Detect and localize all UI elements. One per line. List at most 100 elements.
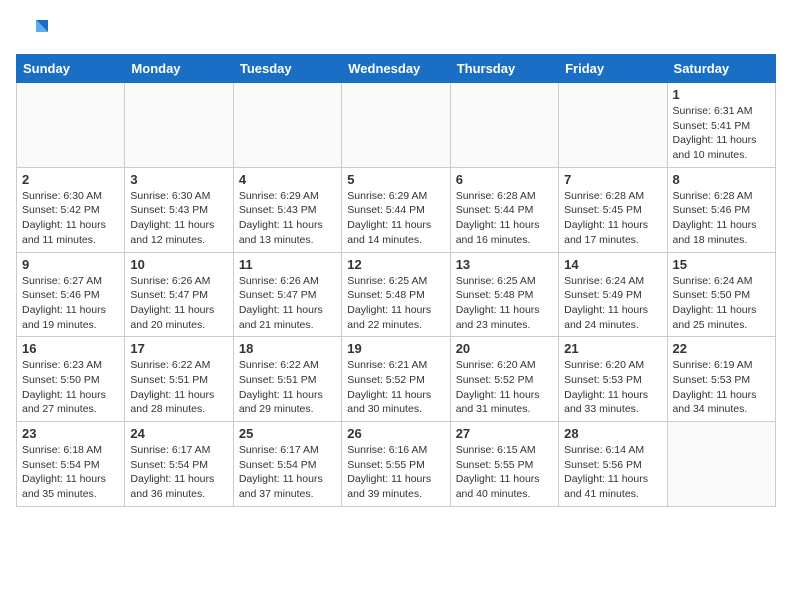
day-number: 22 [673,341,770,356]
calendar-cell [559,83,667,168]
day-number: 9 [22,257,119,272]
calendar-cell: 18 Sunrise: 6:22 AM Sunset: 5:51 PM Dayli… [233,337,341,422]
day-number: 17 [130,341,227,356]
week-row-4: 16 Sunrise: 6:23 AM Sunset: 5:50 PM Dayli… [17,337,776,422]
week-row-5: 23 Sunrise: 6:18 AM Sunset: 5:54 PM Dayli… [17,422,776,507]
calendar-cell: 8 Sunrise: 6:28 AM Sunset: 5:46 PM Daylig… [667,167,775,252]
calendar-cell: 23 Sunrise: 6:18 AM Sunset: 5:54 PM Dayli… [17,422,125,507]
day-info: Sunrise: 6:31 AM Sunset: 5:41 PM Dayligh… [673,104,770,163]
calendar-cell [17,83,125,168]
weekday-header-row: SundayMondayTuesdayWednesdayThursdayFrid… [17,55,776,83]
day-number: 8 [673,172,770,187]
day-info: Sunrise: 6:15 AM Sunset: 5:55 PM Dayligh… [456,443,553,502]
weekday-header-tuesday: Tuesday [233,55,341,83]
calendar-cell: 14 Sunrise: 6:24 AM Sunset: 5:49 PM Dayli… [559,252,667,337]
day-info: Sunrise: 6:24 AM Sunset: 5:49 PM Dayligh… [564,274,661,333]
calendar-cell: 19 Sunrise: 6:21 AM Sunset: 5:52 PM Dayli… [342,337,450,422]
calendar-cell: 4 Sunrise: 6:29 AM Sunset: 5:43 PM Daylig… [233,167,341,252]
day-number: 26 [347,426,444,441]
calendar-cell: 24 Sunrise: 6:17 AM Sunset: 5:54 PM Dayli… [125,422,233,507]
calendar-cell [233,83,341,168]
day-number: 18 [239,341,336,356]
calendar-cell: 6 Sunrise: 6:28 AM Sunset: 5:44 PM Daylig… [450,167,558,252]
day-info: Sunrise: 6:26 AM Sunset: 5:47 PM Dayligh… [130,274,227,333]
day-info: Sunrise: 6:18 AM Sunset: 5:54 PM Dayligh… [22,443,119,502]
weekday-header-friday: Friday [559,55,667,83]
day-number: 13 [456,257,553,272]
day-info: Sunrise: 6:21 AM Sunset: 5:52 PM Dayligh… [347,358,444,417]
day-number: 1 [673,87,770,102]
day-number: 23 [22,426,119,441]
day-number: 16 [22,341,119,356]
day-info: Sunrise: 6:17 AM Sunset: 5:54 PM Dayligh… [130,443,227,502]
day-number: 14 [564,257,661,272]
calendar-cell [342,83,450,168]
day-number: 5 [347,172,444,187]
day-info: Sunrise: 6:29 AM Sunset: 5:43 PM Dayligh… [239,189,336,248]
calendar-cell: 7Sunrise: 6:28 AM Sunset: 5:45 PM Daylig… [559,167,667,252]
day-number: 24 [130,426,227,441]
day-number: 10 [130,257,227,272]
day-number: 4 [239,172,336,187]
calendar-cell [667,422,775,507]
day-number: 19 [347,341,444,356]
day-number: 20 [456,341,553,356]
calendar-cell: 10 Sunrise: 6:26 AM Sunset: 5:47 PM Dayli… [125,252,233,337]
weekday-header-saturday: Saturday [667,55,775,83]
calendar-cell: 1 Sunrise: 6:31 AM Sunset: 5:41 PM Daylig… [667,83,775,168]
day-info: Sunrise: 6:27 AM Sunset: 5:46 PM Dayligh… [22,274,119,333]
calendar-cell: 20 Sunrise: 6:20 AM Sunset: 5:52 PM Dayli… [450,337,558,422]
day-info: Sunrise: 6:28 AM Sunset: 5:45 PM Dayligh… [564,189,661,248]
day-info: Sunrise: 6:19 AM Sunset: 5:53 PM Dayligh… [673,358,770,417]
calendar-cell: 2 Sunrise: 6:30 AM Sunset: 5:42 PM Daylig… [17,167,125,252]
day-info: Sunrise: 6:28 AM Sunset: 5:46 PM Dayligh… [673,189,770,248]
day-info: Sunrise: 6:25 AM Sunset: 5:48 PM Dayligh… [456,274,553,333]
day-info: Sunrise: 6:30 AM Sunset: 5:42 PM Dayligh… [22,189,119,248]
day-info: Sunrise: 6:22 AM Sunset: 5:51 PM Dayligh… [130,358,227,417]
calendar-table: SundayMondayTuesdayWednesdayThursdayFrid… [16,54,776,507]
week-row-2: 2 Sunrise: 6:30 AM Sunset: 5:42 PM Daylig… [17,167,776,252]
calendar-cell: 26 Sunrise: 6:16 AM Sunset: 5:55 PM Dayli… [342,422,450,507]
day-number: 3 [130,172,227,187]
day-info: Sunrise: 6:22 AM Sunset: 5:51 PM Dayligh… [239,358,336,417]
day-number: 28 [564,426,661,441]
day-number: 25 [239,426,336,441]
day-info: Sunrise: 6:16 AM Sunset: 5:55 PM Dayligh… [347,443,444,502]
calendar-cell: 16 Sunrise: 6:23 AM Sunset: 5:50 PM Dayli… [17,337,125,422]
logo-icon [16,16,48,48]
weekday-header-monday: Monday [125,55,233,83]
calendar-cell [125,83,233,168]
week-row-1: 1 Sunrise: 6:31 AM Sunset: 5:41 PM Daylig… [17,83,776,168]
calendar-cell: 12 Sunrise: 6:25 AM Sunset: 5:48 PM Dayli… [342,252,450,337]
day-info: Sunrise: 6:30 AM Sunset: 5:43 PM Dayligh… [130,189,227,248]
day-number: 6 [456,172,553,187]
calendar-cell: 15 Sunrise: 6:24 AM Sunset: 5:50 PM Dayli… [667,252,775,337]
logo [16,16,52,48]
weekday-header-wednesday: Wednesday [342,55,450,83]
weekday-header-sunday: Sunday [17,55,125,83]
day-info: Sunrise: 6:20 AM Sunset: 5:53 PM Dayligh… [564,358,661,417]
day-info: Sunrise: 6:29 AM Sunset: 5:44 PM Dayligh… [347,189,444,248]
calendar-cell: 28 Sunrise: 6:14 AM Sunset: 5:56 PM Dayli… [559,422,667,507]
calendar-cell: 21Sunrise: 6:20 AM Sunset: 5:53 PM Dayli… [559,337,667,422]
calendar-cell: 17 Sunrise: 6:22 AM Sunset: 5:51 PM Dayli… [125,337,233,422]
calendar-cell: 5 Sunrise: 6:29 AM Sunset: 5:44 PM Daylig… [342,167,450,252]
day-info: Sunrise: 6:24 AM Sunset: 5:50 PM Dayligh… [673,274,770,333]
day-info: Sunrise: 6:23 AM Sunset: 5:50 PM Dayligh… [22,358,119,417]
day-number: 27 [456,426,553,441]
day-number: 15 [673,257,770,272]
day-number: 2 [22,172,119,187]
day-info: Sunrise: 6:26 AM Sunset: 5:47 PM Dayligh… [239,274,336,333]
day-info: Sunrise: 6:14 AM Sunset: 5:56 PM Dayligh… [564,443,661,502]
day-info: Sunrise: 6:20 AM Sunset: 5:52 PM Dayligh… [456,358,553,417]
day-info: Sunrise: 6:25 AM Sunset: 5:48 PM Dayligh… [347,274,444,333]
calendar-cell: 11Sunrise: 6:26 AM Sunset: 5:47 PM Dayli… [233,252,341,337]
calendar-cell: 13 Sunrise: 6:25 AM Sunset: 5:48 PM Dayli… [450,252,558,337]
calendar-cell: 25Sunrise: 6:17 AM Sunset: 5:54 PM Dayli… [233,422,341,507]
calendar-cell: 22 Sunrise: 6:19 AM Sunset: 5:53 PM Dayli… [667,337,775,422]
day-number: 12 [347,257,444,272]
header [16,16,776,48]
day-info: Sunrise: 6:28 AM Sunset: 5:44 PM Dayligh… [456,189,553,248]
calendar-cell: 9 Sunrise: 6:27 AM Sunset: 5:46 PM Daylig… [17,252,125,337]
week-row-3: 9 Sunrise: 6:27 AM Sunset: 5:46 PM Daylig… [17,252,776,337]
